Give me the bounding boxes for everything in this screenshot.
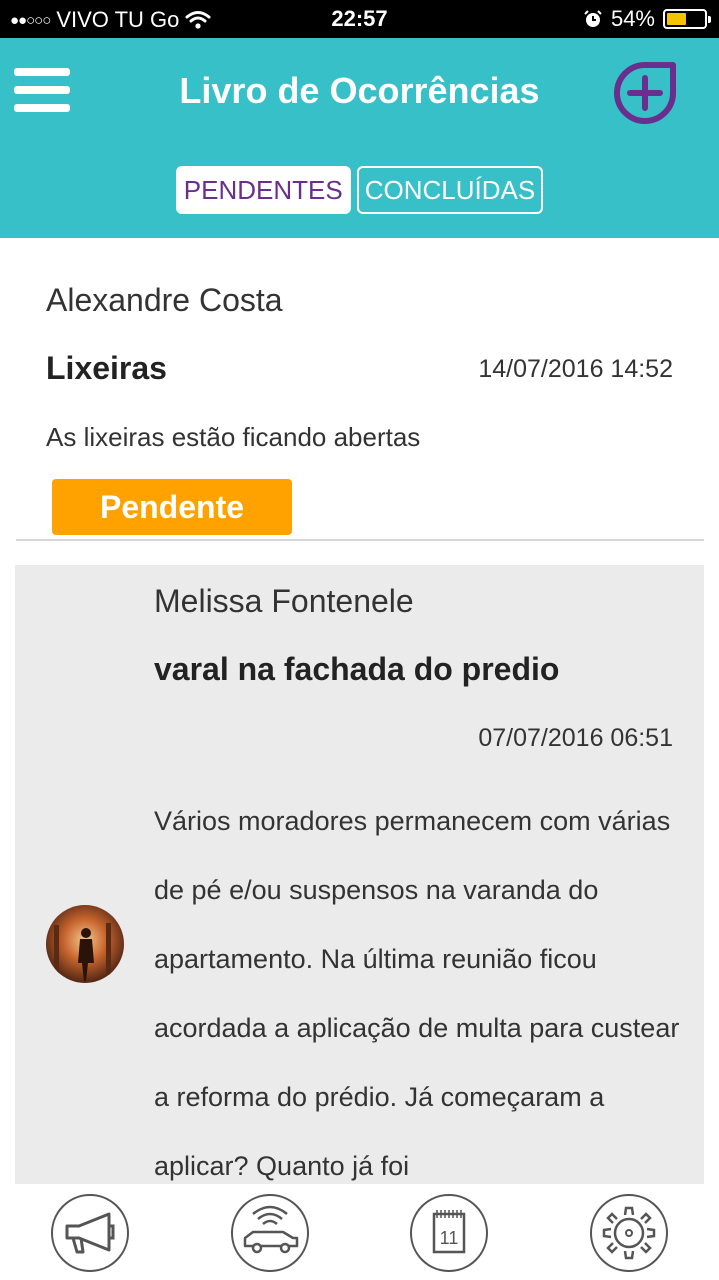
bottom-navigation: 11: [0, 1184, 719, 1280]
add-occurrence-icon[interactable]: [612, 60, 678, 126]
battery-icon: [663, 9, 711, 29]
occurrence-author: Alexandre Costa: [46, 282, 283, 318]
megaphone-icon: [65, 1212, 115, 1254]
calendar-day: 11: [440, 1228, 459, 1248]
alarm-icon: [584, 10, 602, 27]
occurrence-card[interactable]: Melissa Fontenele varal na fachada do pr…: [15, 565, 704, 1185]
divider: [16, 539, 704, 541]
occurrence-card[interactable]: Alexandre Costa Lixeiras 14/07/2016 14:5…: [0, 238, 719, 540]
avatar: [46, 905, 124, 983]
battery-percent: 54%: [610, 6, 655, 31]
battery-level: [667, 13, 687, 25]
nav-announcements[interactable]: [51, 1194, 129, 1272]
status-tabs: PENDENTES CONCLUÍDAS: [0, 166, 719, 214]
status-badge[interactable]: Pendente: [52, 479, 292, 535]
tab-concluidas[interactable]: CONCLUÍDAS: [356, 166, 544, 214]
status-right: 54%: [583, 6, 711, 32]
nav-vehicles[interactable]: [231, 1194, 309, 1272]
nav-settings[interactable]: [590, 1194, 668, 1272]
occurrence-description: Vários moradores permanecem com várias d…: [154, 806, 680, 1181]
occurrence-author: Melissa Fontenele: [154, 583, 414, 619]
occurrence-subject: varal na fachada do predio: [154, 651, 560, 687]
car-wifi-icon: [243, 1205, 299, 1254]
occurrence-datetime: 07/07/2016 06:51: [478, 724, 673, 752]
gear-icon: [602, 1206, 656, 1260]
status-bar: ●●○○○ VIVO TU Go 22:57 54%: [0, 0, 719, 38]
occurrence-datetime: 14/07/2016 14:52: [478, 355, 673, 383]
occurrence-description: As lixeiras estão ficando abertas: [46, 422, 421, 452]
app-header: Livro de Ocorrências PENDENTES CONCLUÍDA…: [0, 38, 719, 238]
nav-calendar[interactable]: 11: [410, 1194, 488, 1272]
calendar-icon: 11: [432, 1210, 466, 1254]
occurrence-subject: Lixeiras: [46, 350, 167, 386]
tab-pendentes[interactable]: PENDENTES: [175, 166, 351, 214]
